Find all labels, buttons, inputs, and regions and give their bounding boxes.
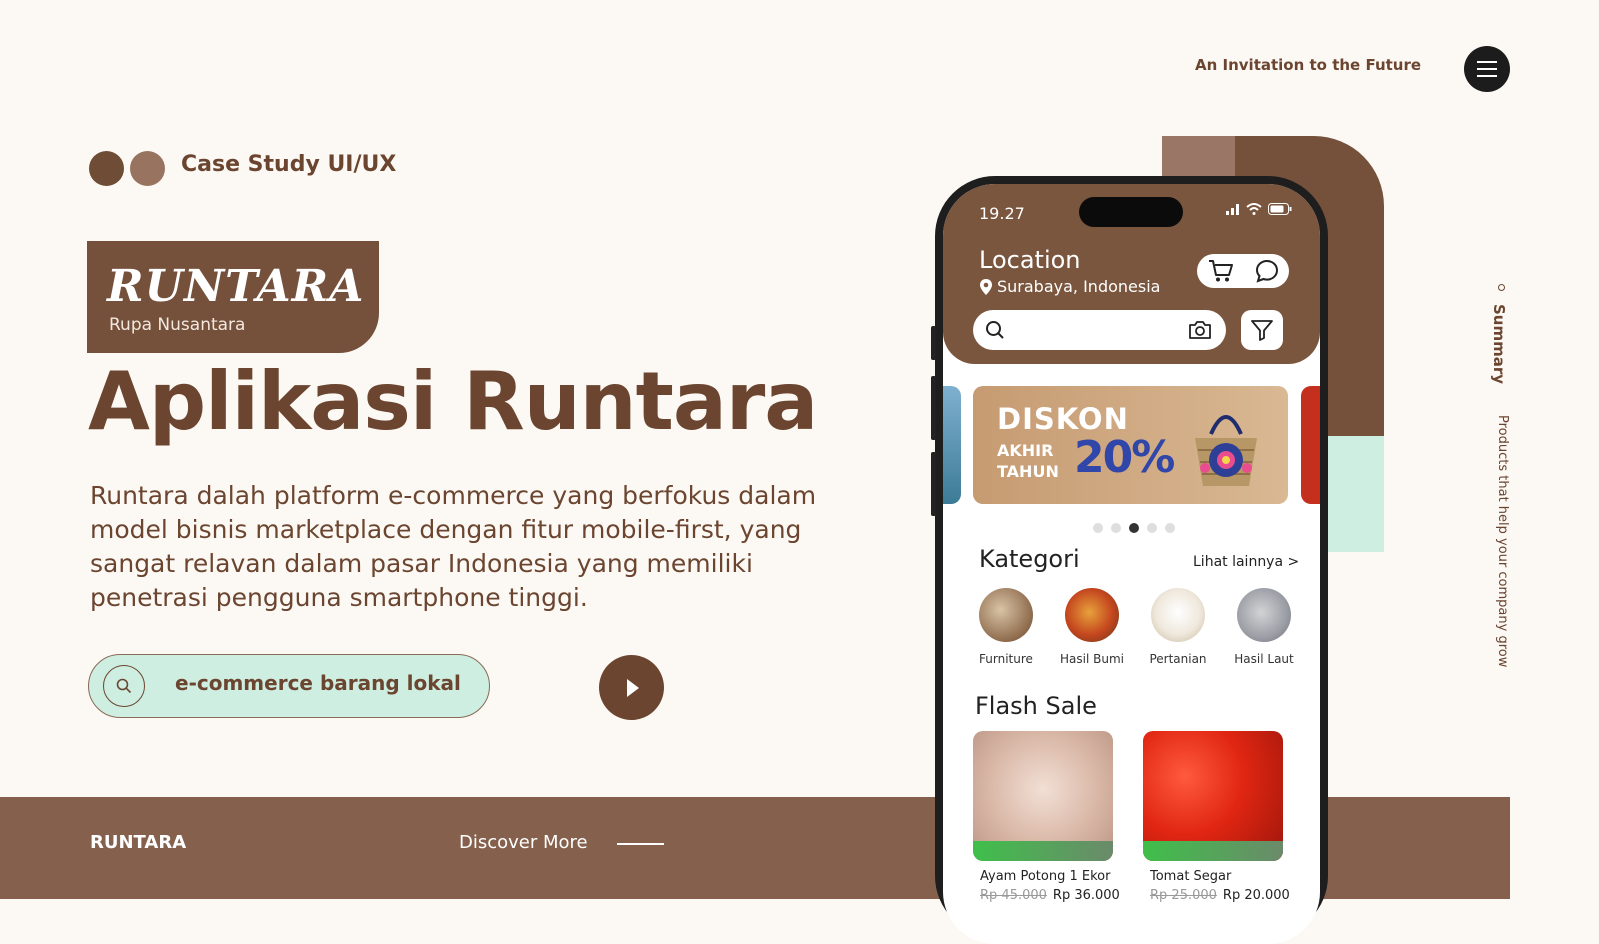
- side-indicator: [1498, 284, 1505, 291]
- search-icon: [103, 665, 145, 707]
- category-hasil-bumi[interactable]: Hasil Bumi: [1051, 588, 1133, 666]
- phone-side-button: [931, 452, 936, 516]
- carousel-dot[interactable]: [1129, 523, 1139, 533]
- category-list: Furniture Hasil Bumi Pertanian Hasil Lau…: [965, 588, 1305, 666]
- carousel-dots[interactable]: [1093, 523, 1175, 533]
- banner-percent: 20%: [1074, 432, 1175, 483]
- product-sale-strip: [1143, 841, 1283, 861]
- flash-sale-card[interactable]: Ayam Potong 1 Ekor Rp 45.000 Rp 36.000: [973, 731, 1120, 903]
- product-sale-strip: [973, 841, 1113, 861]
- location-text: Surabaya, Indonesia: [997, 277, 1161, 296]
- flash-sale-title: Flash Sale: [975, 692, 1097, 720]
- category-hasil-laut[interactable]: Hasil Laut: [1223, 588, 1305, 666]
- banner-subheading: AKHIR TAHUN: [997, 441, 1059, 481]
- banner-heading: DISKON: [997, 402, 1129, 436]
- tagline: An Invitation to the Future: [1195, 56, 1422, 74]
- chat-icon[interactable]: [1255, 259, 1279, 283]
- camera-icon[interactable]: [1188, 319, 1212, 341]
- dynamic-island: [1079, 197, 1183, 227]
- footer-brand: RUNTARA: [90, 832, 187, 853]
- header-actions: [1197, 254, 1289, 288]
- discover-more-link[interactable]: Discover More: [459, 832, 588, 853]
- case-study-label: Case Study UI/UX: [181, 152, 397, 177]
- status-icons: [1226, 203, 1292, 215]
- carousel-dot[interactable]: [1093, 523, 1103, 533]
- product-old-price: Rp 45.000: [980, 888, 1047, 903]
- promo-banner[interactable]: DISKON AKHIR TAHUN 20%: [973, 386, 1288, 504]
- flash-sale-card[interactable]: Tomat Segar Rp 25.000 Rp 20.000: [1143, 731, 1290, 903]
- kategori-title: Kategori: [979, 545, 1080, 573]
- product-price: Rp 20.000: [1222, 888, 1290, 903]
- status-time: 19.27: [979, 204, 1025, 223]
- category-label: Furniture: [979, 652, 1033, 666]
- location-title: Location: [979, 246, 1081, 274]
- battery-icon: [1268, 203, 1292, 215]
- product-price: Rp 36.000: [1052, 888, 1120, 903]
- phone-screen: 19.27 Location Surabaya, Indonesia DISKO…: [943, 184, 1320, 944]
- search-icon: [986, 321, 1004, 339]
- product-prices: Rp 45.000 Rp 36.000: [973, 888, 1120, 903]
- category-image: [1151, 588, 1205, 642]
- menu-button[interactable]: [1464, 46, 1510, 92]
- hamburger-menu-icon: [1477, 75, 1497, 77]
- category-pertanian[interactable]: Pertanian: [1137, 588, 1219, 666]
- category-image: [1065, 588, 1119, 642]
- category-label: Pertanian: [1149, 652, 1207, 666]
- category-furniture[interactable]: Furniture: [965, 588, 1047, 666]
- category-image: [979, 588, 1033, 642]
- category-label: Hasil Bumi: [1060, 652, 1124, 666]
- side-summary-label[interactable]: Summary: [1490, 304, 1508, 384]
- basket-bag-illustration: [1195, 415, 1257, 486]
- carousel-next-slide[interactable]: [1301, 386, 1320, 504]
- location-value[interactable]: Surabaya, Indonesia: [979, 277, 1160, 296]
- phone-mockup: 19.27 Location Surabaya, Indonesia DISKO…: [931, 176, 1328, 944]
- signal-icon: [1226, 204, 1239, 215]
- product-name: Ayam Potong 1 Ekor: [980, 869, 1111, 884]
- hamburger-menu-icon: [1477, 61, 1497, 63]
- search-pill[interactable]: e-commerce barang lokal: [88, 654, 490, 718]
- play-icon: [626, 678, 639, 697]
- decorative-dot: [89, 151, 124, 186]
- play-button[interactable]: [599, 655, 664, 720]
- category-image: [1237, 588, 1291, 642]
- carousel-dot[interactable]: [1147, 523, 1157, 533]
- carousel-prev-slide[interactable]: [943, 386, 961, 504]
- filter-button[interactable]: [1241, 310, 1283, 350]
- product-prices: Rp 25.000 Rp 20.000: [1143, 888, 1290, 903]
- product-image: [973, 731, 1113, 861]
- wifi-icon: [1246, 203, 1262, 215]
- discover-line: [617, 843, 664, 845]
- product-name: Tomat Segar: [1150, 869, 1232, 884]
- description: Runtara dalah platform e-commerce yang b…: [90, 481, 817, 612]
- app-search-input[interactable]: [973, 310, 1226, 350]
- carousel-dot[interactable]: [1165, 523, 1175, 533]
- brand-logo: RUNTARA Rupa Nusantara: [87, 241, 379, 353]
- product-old-price: Rp 25.000: [1150, 888, 1217, 903]
- category-label: Hasil Laut: [1234, 652, 1294, 666]
- kategori-see-more-link[interactable]: Lihat lainnya >: [1193, 554, 1299, 570]
- phone-side-button: [931, 376, 936, 440]
- page-title: Aplikasi Runtara: [88, 355, 818, 448]
- side-products-text: Products that help your company grow: [1495, 415, 1510, 668]
- search-query-text: e-commerce barang lokal: [175, 671, 461, 695]
- carousel-dot[interactable]: [1111, 523, 1121, 533]
- location-pin-icon: [980, 278, 992, 295]
- decorative-dot: [130, 151, 165, 186]
- product-image: [1143, 731, 1283, 861]
- logo-wordmark: RUNTARA: [107, 261, 365, 312]
- filter-icon: [1251, 320, 1273, 341]
- hamburger-menu-icon: [1477, 68, 1497, 70]
- logo-subtitle: Rupa Nusantara: [109, 315, 246, 335]
- phone-side-button: [931, 326, 936, 360]
- cart-icon[interactable]: [1208, 259, 1234, 283]
- app-header: 19.27 Location Surabaya, Indonesia: [943, 184, 1320, 364]
